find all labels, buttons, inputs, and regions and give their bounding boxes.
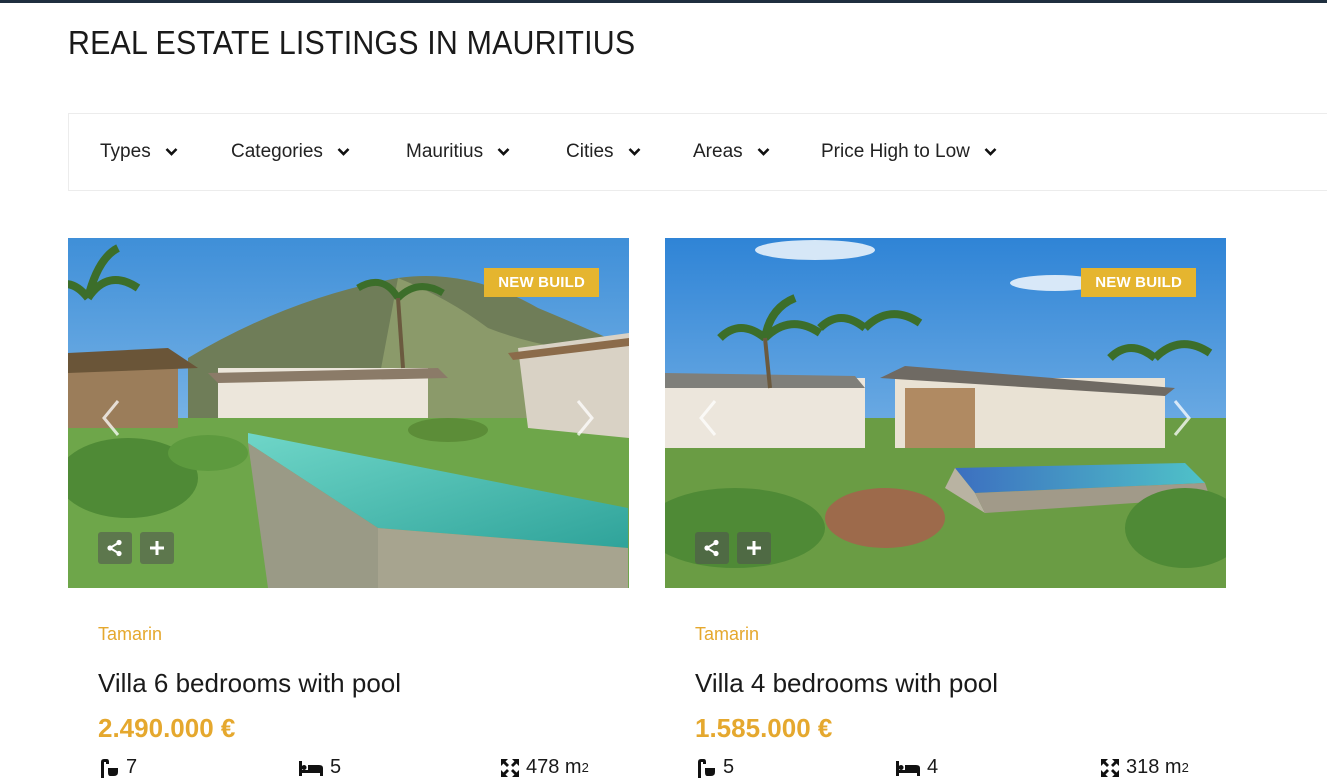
bathrooms-value: 7 [126,756,138,778]
filter-label: Cities [566,141,614,162]
filter-sort-dropdown[interactable]: Price High to Low [821,141,997,163]
expand-area-icon [501,758,519,777]
chevron-down-icon [984,148,997,156]
listing-price: 1.585.000 € [695,713,833,743]
filter-mauritius-dropdown[interactable]: Mauritius [406,141,510,163]
bathrooms-value: 5 [723,756,735,778]
area-size: 318 m2 [1100,756,1189,779]
filter-categories-dropdown[interactable]: Categories [231,141,350,163]
filter-label: Categories [231,141,323,162]
listing-title[interactable]: Villa 6 bedrooms with pool [98,668,401,699]
top-accent-bar [0,0,1327,3]
listing-card[interactable]: NEW BUILD Tamarin Villa 6 bedrooms with … [68,238,629,778]
share-button[interactable] [98,532,132,564]
filter-cities-dropdown[interactable]: Cities [566,141,641,163]
add-favorite-button[interactable] [737,532,771,564]
new-build-badge: NEW BUILD [1081,268,1196,297]
listing-price: 2.490.000 € [98,713,236,743]
bedrooms-count: 5 [298,756,341,779]
listing-title[interactable]: Villa 4 bedrooms with pool [695,668,998,699]
page-title: REAL ESTATE LISTINGS IN MAURITIUS [68,24,636,61]
chevron-down-icon [165,148,178,156]
share-button[interactable] [695,532,729,564]
add-favorite-button[interactable] [140,532,174,564]
filter-areas-dropdown[interactable]: Areas [693,141,770,163]
share-icon [107,539,122,557]
listing-photo[interactable]: NEW BUILD [68,238,629,588]
filter-label: Mauritius [406,141,484,162]
bathroom-icon [698,758,715,778]
chevron-down-icon [628,148,640,156]
bathrooms-count: 5 [695,756,734,779]
filter-label: Price High to Low [821,141,970,162]
area-unit-superscript: 2 [1181,760,1189,775]
chevron-right-icon[interactable] [574,398,596,438]
bed-icon [896,760,920,776]
expand-area-icon [1101,758,1119,777]
listing-photo[interactable]: NEW BUILD [665,238,1226,588]
filter-types-dropdown[interactable]: Types [100,141,178,163]
new-build-badge: NEW BUILD [484,268,599,297]
bed-icon [299,760,323,776]
bedrooms-count: 4 [895,756,938,779]
chevron-down-icon [497,148,510,156]
chevron-left-icon[interactable] [100,398,122,438]
plus-icon [747,541,761,555]
area-size: 478 m2 [500,756,589,779]
chevron-right-icon[interactable] [1171,398,1193,438]
listing-city[interactable]: Tamarin [98,624,162,645]
bathrooms-count: 7 [98,756,137,779]
bedrooms-value: 5 [330,756,342,778]
filter-bar: Types Categories Mauritius Cities Areas … [68,113,1327,191]
listing-city[interactable]: Tamarin [695,624,759,645]
filter-label: Areas [693,141,743,162]
chevron-down-icon [337,148,350,156]
listing-card[interactable]: NEW BUILD Tamarin Villa 4 bedrooms with … [665,238,1226,778]
chevron-down-icon [757,148,770,156]
chevron-left-icon[interactable] [697,398,719,438]
area-value: 478 m [526,756,582,778]
area-value: 318 m [1126,756,1182,778]
bathroom-icon [101,758,118,778]
area-unit-superscript: 2 [581,760,589,775]
bedrooms-value: 4 [927,756,939,778]
share-icon [704,539,719,557]
plus-icon [150,541,164,555]
filter-label: Types [100,141,151,162]
